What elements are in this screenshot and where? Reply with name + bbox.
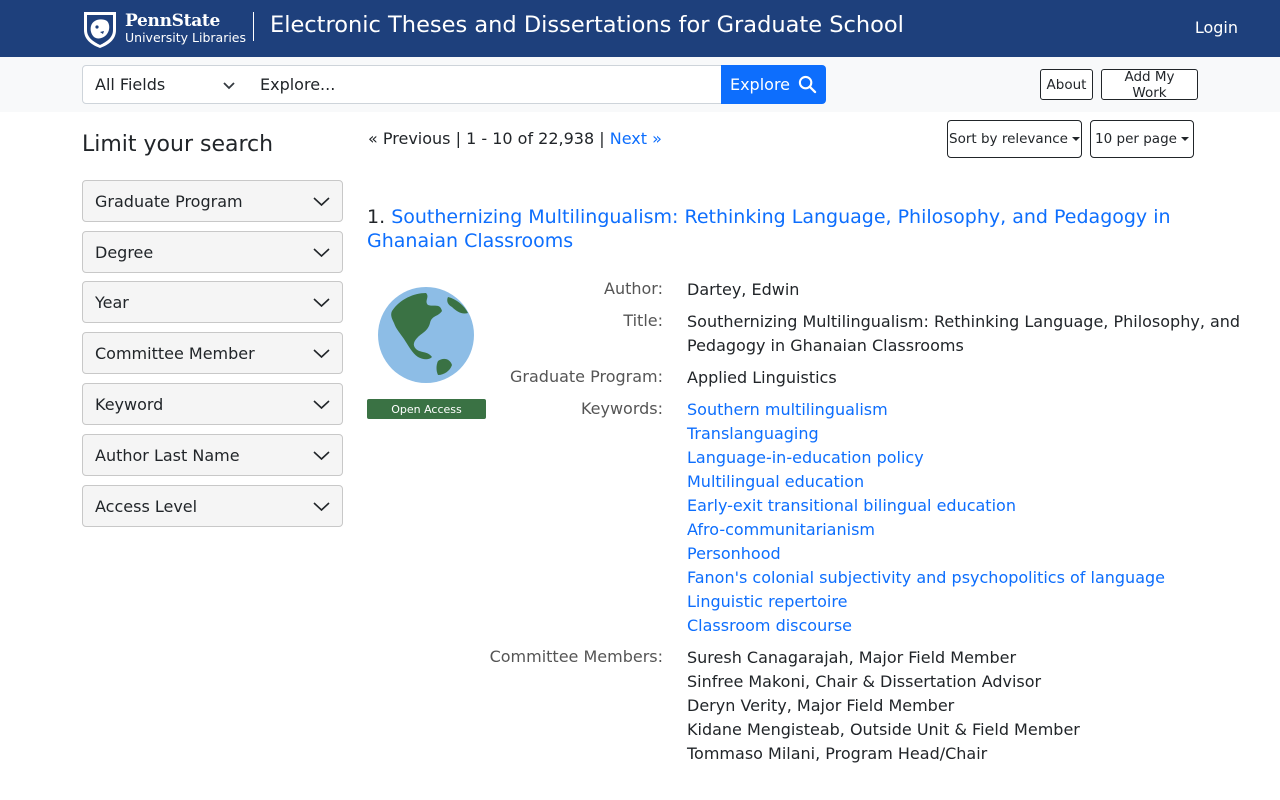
caret-down-icon [1071,137,1080,141]
program-value: Applied Linguistics [687,368,837,387]
pagination: « Previous | 1 - 10 of 22,938 | Next » [368,129,662,148]
committee-member: Suresh Canagarajah, Major Field Member [687,648,1017,667]
keyword-link[interactable]: Early-exit transitional bilingual educat… [687,494,1165,518]
search-field-selected: All Fields [95,75,166,94]
keyword-link[interactable]: Personhood [687,542,1165,566]
facet-label: Author Last Name [95,445,240,465]
keyword-link[interactable]: Linguistic repertoire [687,590,1165,614]
facet-access-level[interactable]: Access Level [82,485,343,527]
committee-member: Deryn Verity, Major Field Member [687,696,955,715]
sort-label: Sort by relevance [949,131,1068,147]
facet-label: Year [95,292,129,312]
top-header: PennState University Libraries Electroni… [0,0,1280,57]
title-value: Southernizing Multilingualism: Rethinkin… [687,310,1240,358]
search-field-select[interactable]: All Fields [82,65,249,104]
search-icon [798,75,817,94]
chevron-down-icon [313,348,330,358]
about-button[interactable]: About [1040,69,1093,100]
keyword-link[interactable]: Multilingual education [687,470,1165,494]
nittany-lion-shield-icon [84,11,116,48]
author-value: Dartey, Edwin [687,280,800,299]
title-line2: Pedagogy in Ghanaian Classrooms [687,336,964,355]
keyword-link[interactable]: Fanon's colonial subjectivity and psycho… [687,566,1165,590]
search-bar: All Fields Explore About Add My Work [0,57,1280,112]
chevron-down-icon [313,450,330,460]
sidebar-title: Limit your search [82,132,274,157]
keywords-label: Keywords: [580,399,663,418]
logo-line1: PennState [125,11,220,32]
per-page-label: 10 per page [1095,131,1177,147]
facet-keyword[interactable]: Keyword [82,383,343,425]
chevron-down-icon [313,196,330,206]
header-divider [253,12,254,41]
facet-label: Keyword [95,394,164,414]
previous-link: « Previous [368,129,451,148]
committee-member: Sinfree Makoni, Chair & Dissertation Adv… [687,672,1042,691]
next-link[interactable]: Next » [610,129,662,148]
chevron-down-icon [313,399,330,409]
facet-year[interactable]: Year [82,281,343,323]
facet-degree[interactable]: Degree [82,231,343,273]
result-number: 1. [367,206,386,228]
title-label: Title: [623,311,663,330]
result-title-link[interactable]: Southernizing Multilingualism: Rethinkin… [367,206,1171,252]
title-line1: Southernizing Multilingualism: Rethinkin… [687,312,1241,331]
explore-label: Explore [729,75,791,94]
chevron-down-icon [313,501,330,511]
facet-committee-member[interactable]: Committee Member [82,332,343,374]
facet-label: Degree [95,242,154,262]
caret-down-icon [1180,137,1189,141]
committee-member: Tommaso Milani, Program Head/Chair [687,744,988,763]
facet-author-last-name[interactable]: Author Last Name [82,434,343,476]
logo-line2: University Libraries [125,30,247,46]
committee-list: Suresh Canagarajah, Major Field Member S… [687,646,1080,766]
facet-graduate-program[interactable]: Graduate Program [82,180,343,222]
login-link[interactable]: Login [1195,18,1238,37]
facet-label: Graduate Program [95,191,243,211]
pennstate-logo[interactable]: PennState University Libraries [82,9,246,49]
result-title: 1. Southernizing Multilingualism: Rethin… [367,205,1197,253]
committee-member: Kidane Mengisteab, Outside Unit & Field … [687,720,1080,739]
chevron-down-icon [313,247,330,257]
per-page-dropdown[interactable]: 10 per page [1090,120,1194,158]
search-input[interactable] [248,65,722,104]
explore-button[interactable]: Explore [721,65,826,104]
sort-dropdown[interactable]: Sort by relevance [947,120,1082,158]
keyword-link[interactable]: Southern multilingualism [687,398,1165,422]
app-title[interactable]: Electronic Theses and Dissertations for … [270,12,904,38]
keyword-link[interactable]: Language-in-education policy [687,446,1165,470]
keyword-link[interactable]: Classroom discourse [687,614,1165,638]
committee-label: Committee Members: [489,647,663,666]
keyword-link[interactable]: Afro-communitarianism [687,518,1165,542]
add-my-work-button[interactable]: Add My Work [1101,69,1198,101]
author-label: Author: [604,279,663,298]
keyword-link[interactable]: Translanguaging [687,422,1165,446]
chevron-down-icon [223,81,235,89]
facet-label: Access Level [95,496,198,516]
results-range: 1 - 10 of 22,938 [466,129,595,148]
program-label: Graduate Program: [510,367,663,386]
keywords-list: Southern multilingualism Translanguaging… [687,398,1165,638]
facet-label: Committee Member [95,343,255,363]
chevron-down-icon [313,297,330,307]
